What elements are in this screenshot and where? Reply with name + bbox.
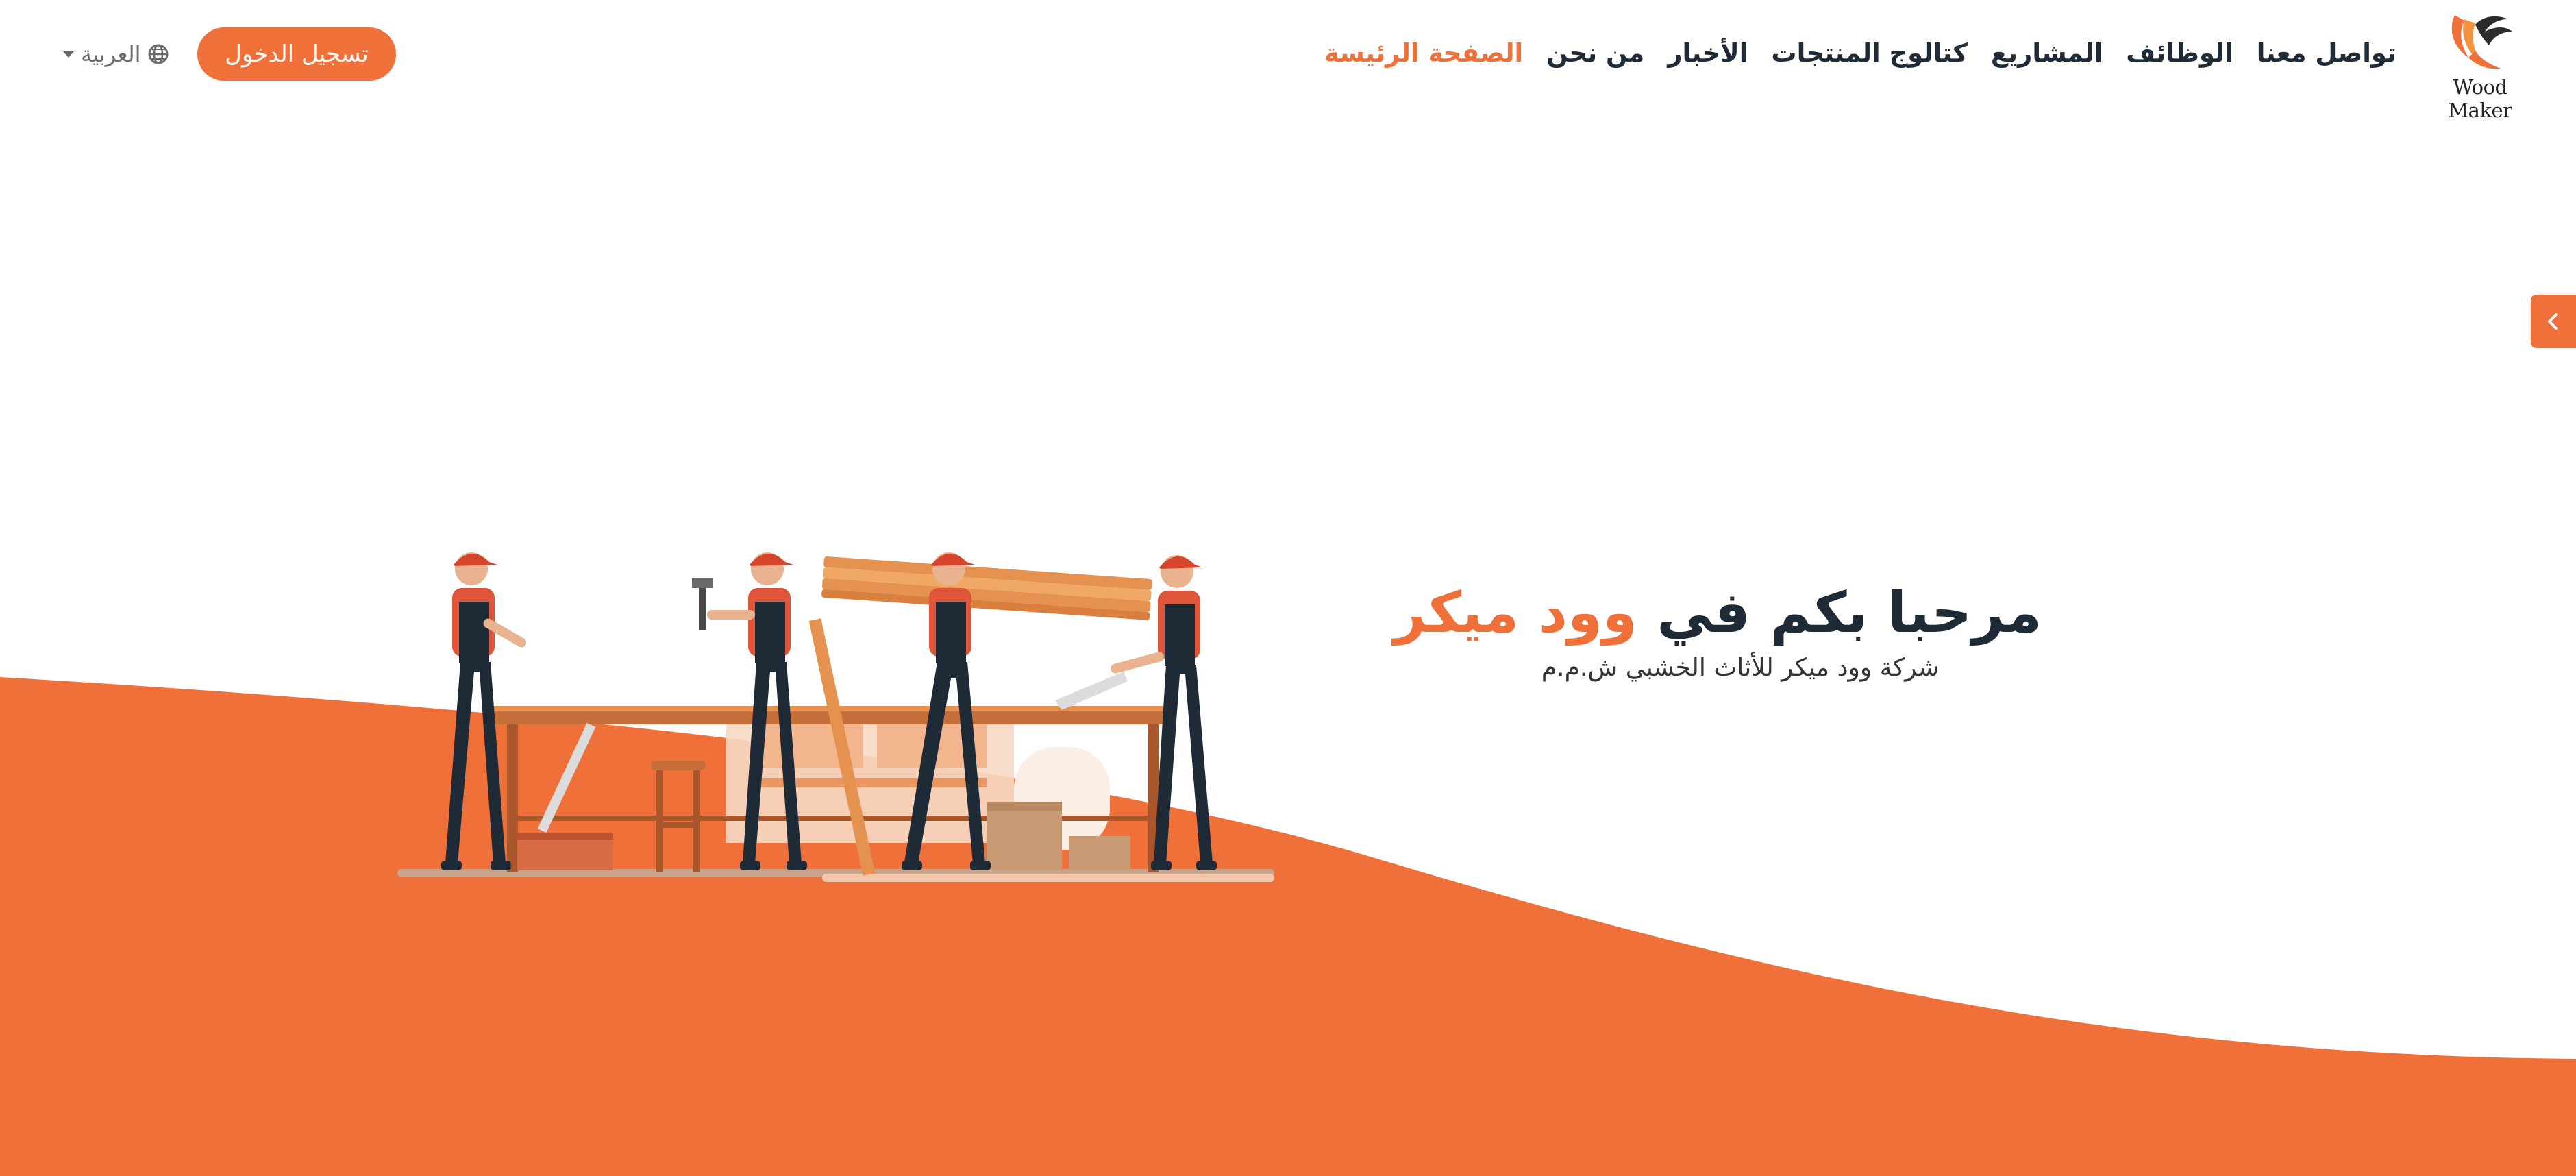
hero-title: مرحبا بكم في وود ميكر — [1394, 576, 2042, 651]
hero-wave-background — [0, 677, 2576, 1176]
carpenters-workshop-illustration — [397, 552, 1274, 882]
hero-title-brand: وود ميكر — [1394, 580, 1637, 646]
hero-text-block: مرحبا بكم في وود ميكر شركة وود ميكر للأث… — [1394, 576, 2042, 682]
hero-title-prefix: مرحبا بكم في — [1637, 580, 2042, 646]
hero-subtitle: شركة وود ميكر للأثاث الخشبي ش.م.م — [1541, 654, 1940, 682]
